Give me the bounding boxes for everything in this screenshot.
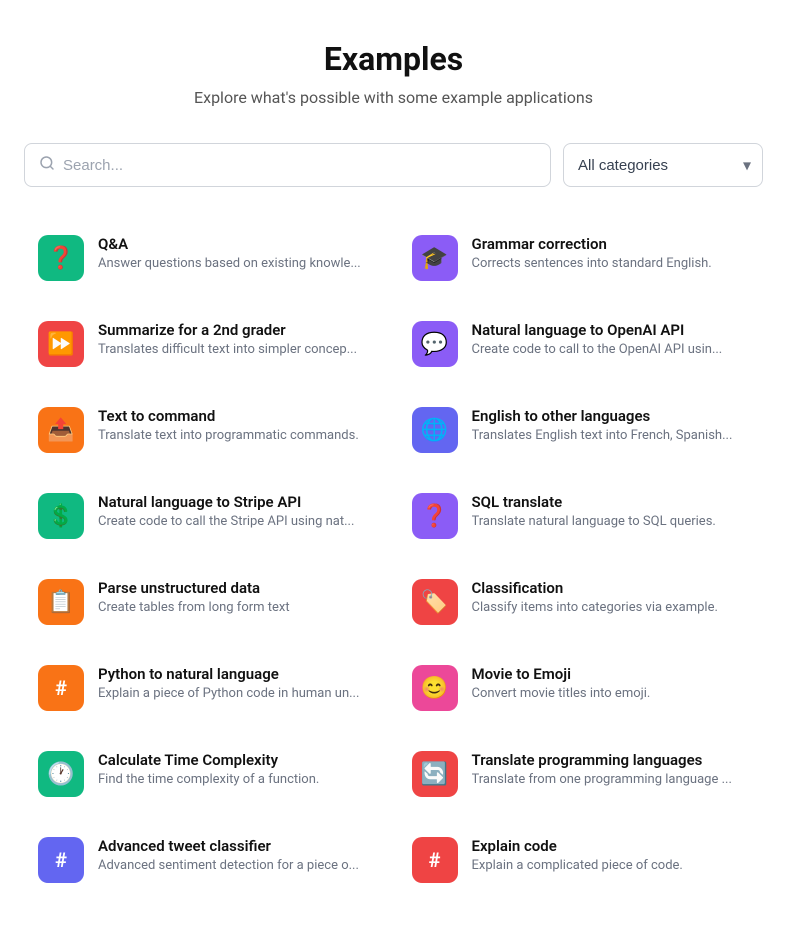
card-desc-qa: Answer questions based on existing knowl… [98, 256, 376, 271]
card-translate-programming-languages[interactable]: 🔄 Translate programming languages Transl… [398, 735, 764, 813]
card-title-parse-unstructured-data: Parse unstructured data [98, 579, 376, 597]
card-desc-natural-language-stripe: Create code to call the Stripe API using… [98, 514, 376, 529]
card-calculate-time-complexity[interactable]: 🕐 Calculate Time Complexity Find the tim… [24, 735, 390, 813]
card-text-calculate-time-complexity: Calculate Time Complexity Find the time … [98, 751, 376, 787]
card-desc-explain-code: Explain a complicated piece of code. [472, 858, 750, 873]
card-title-calculate-time-complexity: Calculate Time Complexity [98, 751, 376, 769]
card-text-to-command[interactable]: 📤 Text to command Translate text into pr… [24, 391, 390, 469]
card-text-python-natural-language: Python to natural language Explain a pie… [98, 665, 376, 701]
card-text-text-to-command: Text to command Translate text into prog… [98, 407, 376, 443]
card-text-movie-to-emoji: Movie to Emoji Convert movie titles into… [472, 665, 750, 701]
category-wrapper: All categories Code Language Data Classi… [563, 143, 763, 187]
card-sql-translate[interactable]: ❓ SQL translate Translate natural langua… [398, 477, 764, 555]
card-english-other-languages[interactable]: 🌐 English to other languages Translates … [398, 391, 764, 469]
card-text-explain-code: Explain code Explain a complicated piece… [472, 837, 750, 873]
card-icon-python-natural-language: # [38, 665, 84, 711]
card-natural-language-stripe[interactable]: 💲 Natural language to Stripe API Create … [24, 477, 390, 555]
card-text-summarize-2nd-grader: Summarize for a 2nd grader Translates di… [98, 321, 376, 357]
card-summarize-2nd-grader[interactable]: ⏩ Summarize for a 2nd grader Translates … [24, 305, 390, 383]
card-title-grammar-correction: Grammar correction [472, 235, 750, 253]
card-text-translate-programming-languages: Translate programming languages Translat… [472, 751, 750, 787]
card-title-python-natural-language: Python to natural language [98, 665, 376, 683]
card-title-natural-language-openai: Natural language to OpenAI API [472, 321, 750, 339]
card-icon-parse-unstructured-data: 📋 [38, 579, 84, 625]
card-title-translate-programming-languages: Translate programming languages [472, 751, 750, 769]
card-text-qa: Q&A Answer questions based on existing k… [98, 235, 376, 271]
card-icon-calculate-time-complexity: 🕐 [38, 751, 84, 797]
card-desc-movie-to-emoji: Convert movie titles into emoji. [472, 686, 750, 701]
card-icon-classification: 🏷️ [412, 579, 458, 625]
category-select[interactable]: All categories Code Language Data Classi… [563, 143, 763, 187]
page-header: Examples Explore what's possible with so… [24, 40, 763, 107]
card-desc-translate-programming-languages: Translate from one programming language … [472, 772, 750, 787]
card-desc-summarize-2nd-grader: Translates difficult text into simpler c… [98, 342, 376, 357]
card-title-advanced-tweet-classifier: Advanced tweet classifier [98, 837, 376, 855]
card-title-qa: Q&A [98, 235, 376, 253]
page-title: Examples [24, 40, 763, 78]
card-grammar-correction[interactable]: 🎓 Grammar correction Corrects sentences … [398, 219, 764, 297]
search-row: All categories Code Language Data Classi… [24, 143, 763, 187]
card-title-classification: Classification [472, 579, 750, 597]
card-parse-unstructured-data[interactable]: 📋 Parse unstructured data Create tables … [24, 563, 390, 641]
card-desc-grammar-correction: Corrects sentences into standard English… [472, 256, 750, 271]
card-icon-advanced-tweet-classifier: # [38, 837, 84, 883]
page-subtitle: Explore what's possible with some exampl… [24, 88, 763, 107]
card-title-movie-to-emoji: Movie to Emoji [472, 665, 750, 683]
card-desc-text-to-command: Translate text into programmatic command… [98, 428, 376, 443]
card-icon-movie-to-emoji: 😊 [412, 665, 458, 711]
card-text-sql-translate: SQL translate Translate natural language… [472, 493, 750, 529]
card-title-explain-code: Explain code [472, 837, 750, 855]
card-explain-code[interactable]: # Explain code Explain a complicated pie… [398, 821, 764, 899]
card-title-natural-language-stripe: Natural language to Stripe API [98, 493, 376, 511]
card-text-natural-language-openai: Natural language to OpenAI API Create co… [472, 321, 750, 357]
card-icon-natural-language-stripe: 💲 [38, 493, 84, 539]
card-classification[interactable]: 🏷️ Classification Classify items into ca… [398, 563, 764, 641]
card-desc-python-natural-language: Explain a piece of Python code in human … [98, 686, 376, 701]
card-icon-grammar-correction: 🎓 [412, 235, 458, 281]
search-icon [39, 155, 55, 175]
card-qa[interactable]: ❓ Q&A Answer questions based on existing… [24, 219, 390, 297]
card-icon-text-to-command: 📤 [38, 407, 84, 453]
card-desc-advanced-tweet-classifier: Advanced sentiment detection for a piece… [98, 858, 376, 873]
card-desc-sql-translate: Translate natural language to SQL querie… [472, 514, 750, 529]
card-desc-english-other-languages: Translates English text into French, Spa… [472, 428, 750, 443]
card-icon-english-other-languages: 🌐 [412, 407, 458, 453]
card-title-english-other-languages: English to other languages [472, 407, 750, 425]
card-desc-calculate-time-complexity: Find the time complexity of a function. [98, 772, 376, 787]
card-icon-qa: ❓ [38, 235, 84, 281]
card-text-english-other-languages: English to other languages Translates En… [472, 407, 750, 443]
card-advanced-tweet-classifier[interactable]: # Advanced tweet classifier Advanced sen… [24, 821, 390, 899]
card-title-text-to-command: Text to command [98, 407, 376, 425]
search-box [24, 143, 551, 187]
card-desc-natural-language-openai: Create code to call to the OpenAI API us… [472, 342, 750, 357]
card-desc-classification: Classify items into categories via examp… [472, 600, 750, 615]
examples-grid: ❓ Q&A Answer questions based on existing… [24, 219, 763, 899]
card-python-natural-language[interactable]: # Python to natural language Explain a p… [24, 649, 390, 727]
card-text-natural-language-stripe: Natural language to Stripe API Create co… [98, 493, 376, 529]
card-icon-sql-translate: ❓ [412, 493, 458, 539]
card-icon-translate-programming-languages: 🔄 [412, 751, 458, 797]
card-icon-summarize-2nd-grader: ⏩ [38, 321, 84, 367]
card-text-parse-unstructured-data: Parse unstructured data Create tables fr… [98, 579, 376, 615]
card-movie-to-emoji[interactable]: 😊 Movie to Emoji Convert movie titles in… [398, 649, 764, 727]
card-title-sql-translate: SQL translate [472, 493, 750, 511]
page: Examples Explore what's possible with so… [0, 0, 787, 939]
card-icon-natural-language-openai: 💬 [412, 321, 458, 367]
card-title-summarize-2nd-grader: Summarize for a 2nd grader [98, 321, 376, 339]
card-natural-language-openai[interactable]: 💬 Natural language to OpenAI API Create … [398, 305, 764, 383]
card-text-advanced-tweet-classifier: Advanced tweet classifier Advanced senti… [98, 837, 376, 873]
card-text-classification: Classification Classify items into categ… [472, 579, 750, 615]
card-icon-explain-code: # [412, 837, 458, 883]
card-text-grammar-correction: Grammar correction Corrects sentences in… [472, 235, 750, 271]
search-input[interactable] [63, 157, 536, 174]
card-desc-parse-unstructured-data: Create tables from long form text [98, 600, 376, 615]
